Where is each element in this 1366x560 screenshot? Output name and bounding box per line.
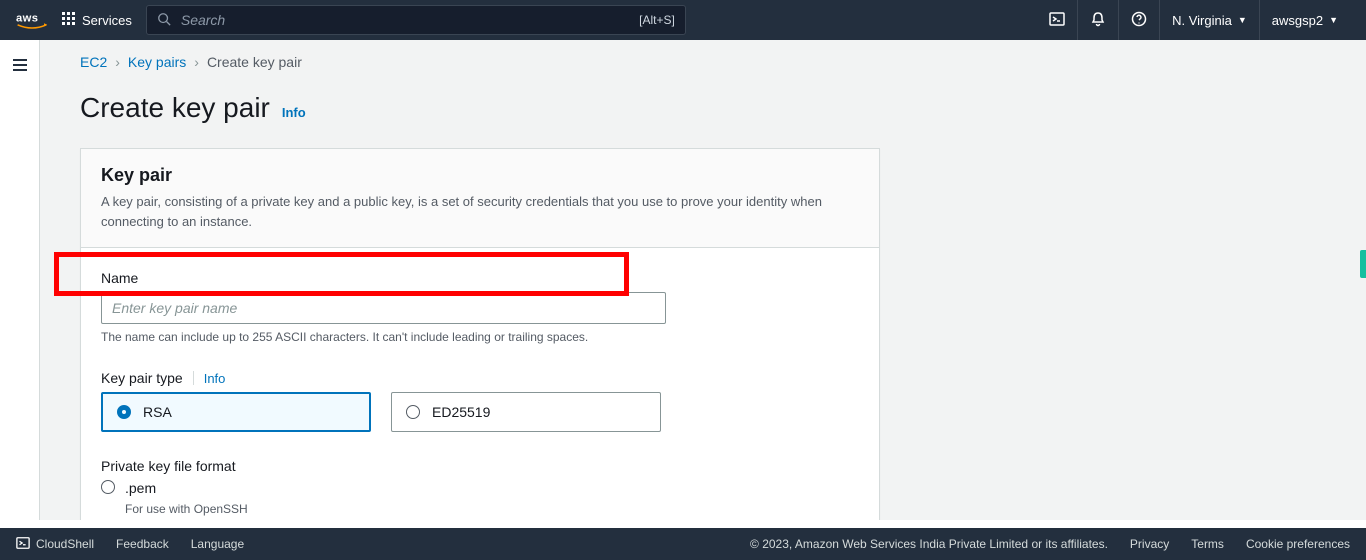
- type-label: Key pair type: [101, 370, 183, 386]
- footer-privacy-link[interactable]: Privacy: [1130, 537, 1169, 551]
- global-search[interactable]: [Alt+S]: [146, 5, 686, 35]
- footer-language-label: Language: [191, 537, 244, 551]
- topnav-right-cluster: N. Virginia ▼ awsgsp2 ▼: [1037, 0, 1350, 40]
- footer-cloudshell-label: CloudShell: [36, 537, 94, 551]
- breadcrumb: EC2 › Key pairs › Create key pair: [80, 54, 1326, 70]
- footer-terms-link[interactable]: Terms: [1191, 537, 1224, 551]
- feedback-edge-tab[interactable]: [1360, 250, 1366, 278]
- radio-icon: [117, 405, 131, 419]
- name-field: Name The name can include up to 255 ASCI…: [101, 270, 859, 344]
- type-info-link[interactable]: Info: [204, 371, 226, 386]
- main-content-scroll[interactable]: EC2 › Key pairs › Create key pair Create…: [40, 40, 1366, 520]
- page-info-link[interactable]: Info: [282, 105, 306, 120]
- page-title: Create key pair: [80, 92, 270, 124]
- terminal-icon: [16, 536, 30, 553]
- radio-icon: [406, 405, 420, 419]
- svg-text:aws: aws: [16, 13, 38, 25]
- radio-icon: [101, 480, 115, 494]
- search-input[interactable]: [179, 11, 631, 29]
- help-icon: [1131, 11, 1147, 30]
- name-label: Name: [101, 270, 138, 286]
- side-rail: [0, 40, 40, 520]
- chevron-right-icon: ›: [194, 54, 199, 70]
- breadcrumb-ec2[interactable]: EC2: [80, 54, 107, 70]
- footer-cookie-link[interactable]: Cookie preferences: [1246, 537, 1350, 551]
- page-title-row: Create key pair Info: [80, 92, 1326, 124]
- grid-icon: [62, 12, 76, 29]
- footer-copyright: © 2023, Amazon Web Services India Privat…: [750, 537, 1108, 551]
- sidebar-toggle-button[interactable]: [11, 56, 29, 520]
- search-icon: [157, 12, 171, 29]
- aws-logo[interactable]: aws: [16, 10, 48, 30]
- key-pair-panel: Key pair A key pair, consisting of a pri…: [80, 148, 880, 520]
- radio-tile-ed25519[interactable]: ED25519: [391, 392, 661, 432]
- name-hint: The name can include up to 255 ASCII cha…: [101, 330, 859, 344]
- key-pair-name-input[interactable]: [101, 292, 666, 324]
- label-divider: [193, 371, 194, 385]
- format-label: Private key file format: [101, 458, 236, 474]
- radio-tile-rsa[interactable]: RSA: [101, 392, 371, 432]
- breadcrumb-keypairs[interactable]: Key pairs: [128, 54, 186, 70]
- footer-bar: CloudShell Feedback Language © 2023, Ama…: [0, 528, 1366, 560]
- radio-pem[interactable]: .pem: [101, 480, 859, 496]
- panel-header: Key pair A key pair, consisting of a pri…: [81, 149, 879, 248]
- search-shortcut-hint: [Alt+S]: [639, 13, 675, 27]
- terminal-icon: [1049, 11, 1065, 30]
- panel-title: Key pair: [101, 165, 859, 186]
- footer-cloudshell[interactable]: CloudShell: [16, 536, 94, 553]
- cloudshell-icon-button[interactable]: [1037, 0, 1077, 40]
- account-menu[interactable]: awsgsp2 ▼: [1259, 0, 1350, 40]
- file-format-field: Private key file format .pem For use wit…: [101, 458, 859, 516]
- services-menu-button[interactable]: Services: [62, 12, 132, 29]
- panel-description: A key pair, consisting of a private key …: [101, 192, 859, 231]
- notifications-button[interactable]: [1077, 0, 1118, 40]
- chevron-right-icon: ›: [115, 54, 120, 70]
- format-pem-label: .pem: [125, 480, 156, 496]
- radio-label-ed25519: ED25519: [432, 404, 490, 420]
- caret-down-icon: ▼: [1238, 15, 1247, 25]
- radio-label-rsa: RSA: [143, 404, 172, 420]
- bell-icon: [1090, 11, 1106, 30]
- top-navigation: aws Services [Alt+S] N: [0, 0, 1366, 40]
- key-pair-type-field: Key pair type Info RSA ED25519: [101, 370, 859, 432]
- footer-language[interactable]: Language: [191, 537, 244, 551]
- help-button[interactable]: [1118, 0, 1159, 40]
- account-label: awsgsp2: [1272, 13, 1323, 28]
- breadcrumb-current: Create key pair: [207, 54, 302, 70]
- region-label: N. Virginia: [1172, 13, 1232, 28]
- caret-down-icon: ▼: [1329, 15, 1338, 25]
- footer-feedback[interactable]: Feedback: [116, 537, 169, 551]
- services-label: Services: [82, 13, 132, 28]
- format-pem-hint: For use with OpenSSH: [125, 502, 859, 516]
- region-selector[interactable]: N. Virginia ▼: [1159, 0, 1259, 40]
- footer-feedback-label: Feedback: [116, 537, 169, 551]
